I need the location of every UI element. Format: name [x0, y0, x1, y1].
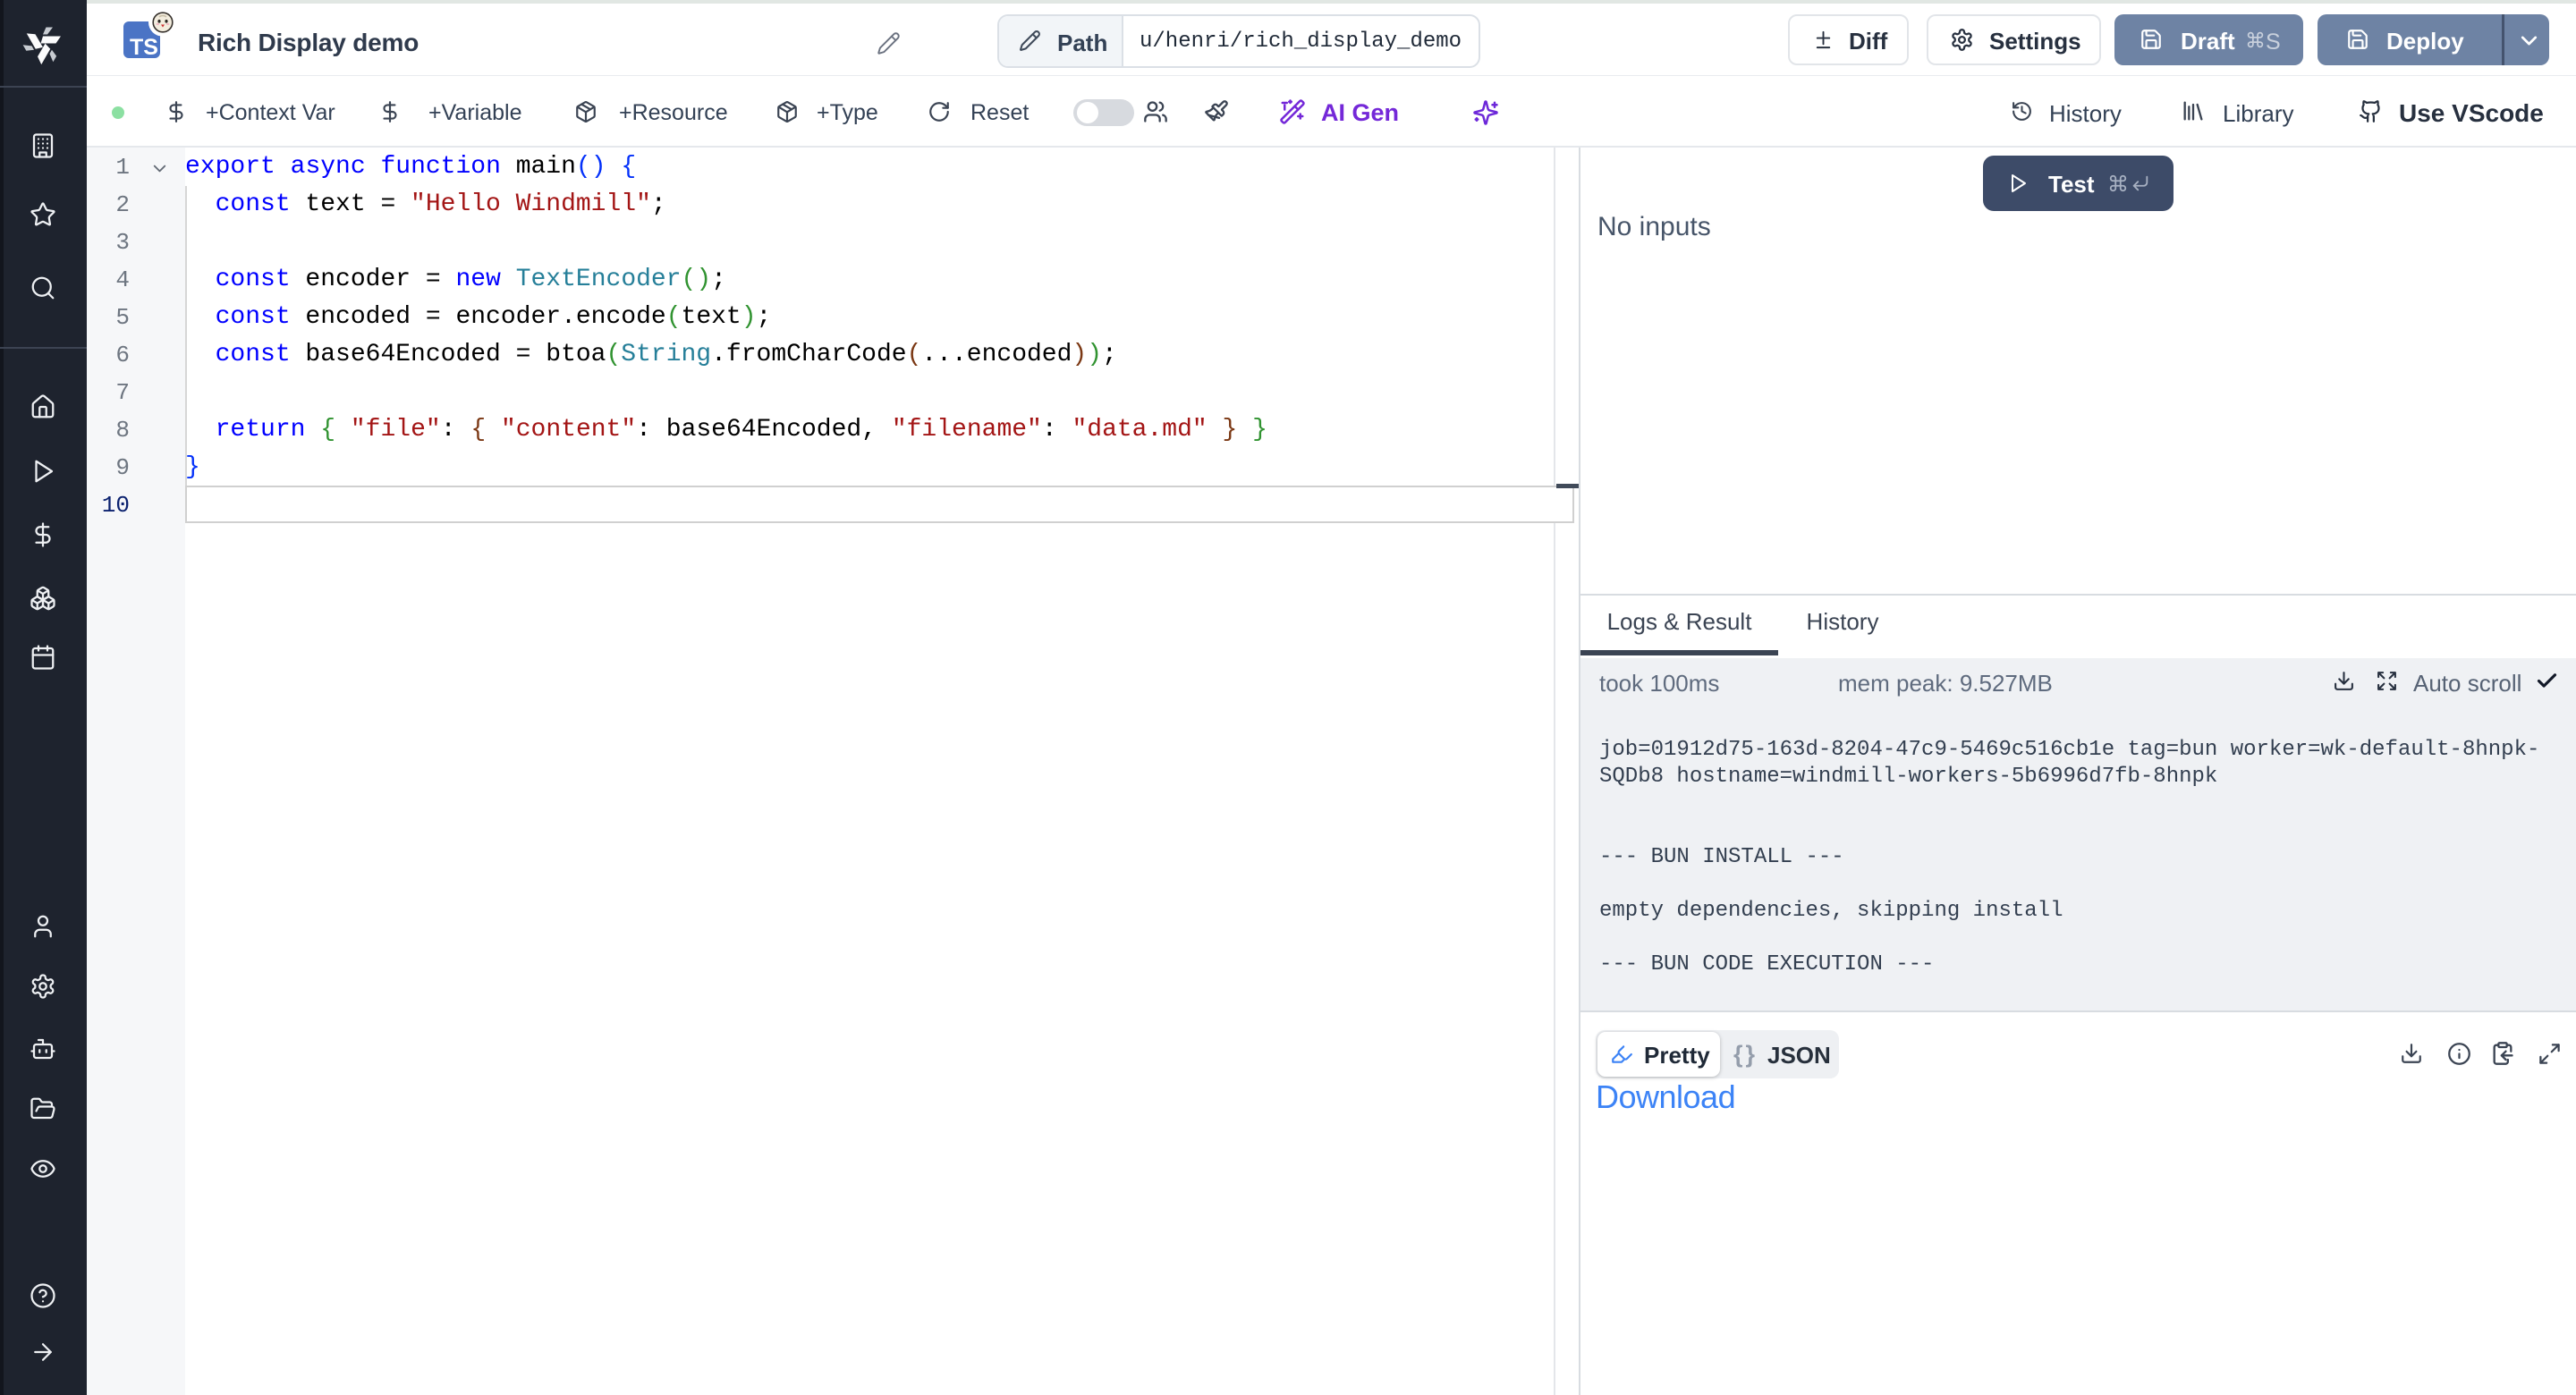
svg-text:TS: TS: [130, 35, 158, 58]
